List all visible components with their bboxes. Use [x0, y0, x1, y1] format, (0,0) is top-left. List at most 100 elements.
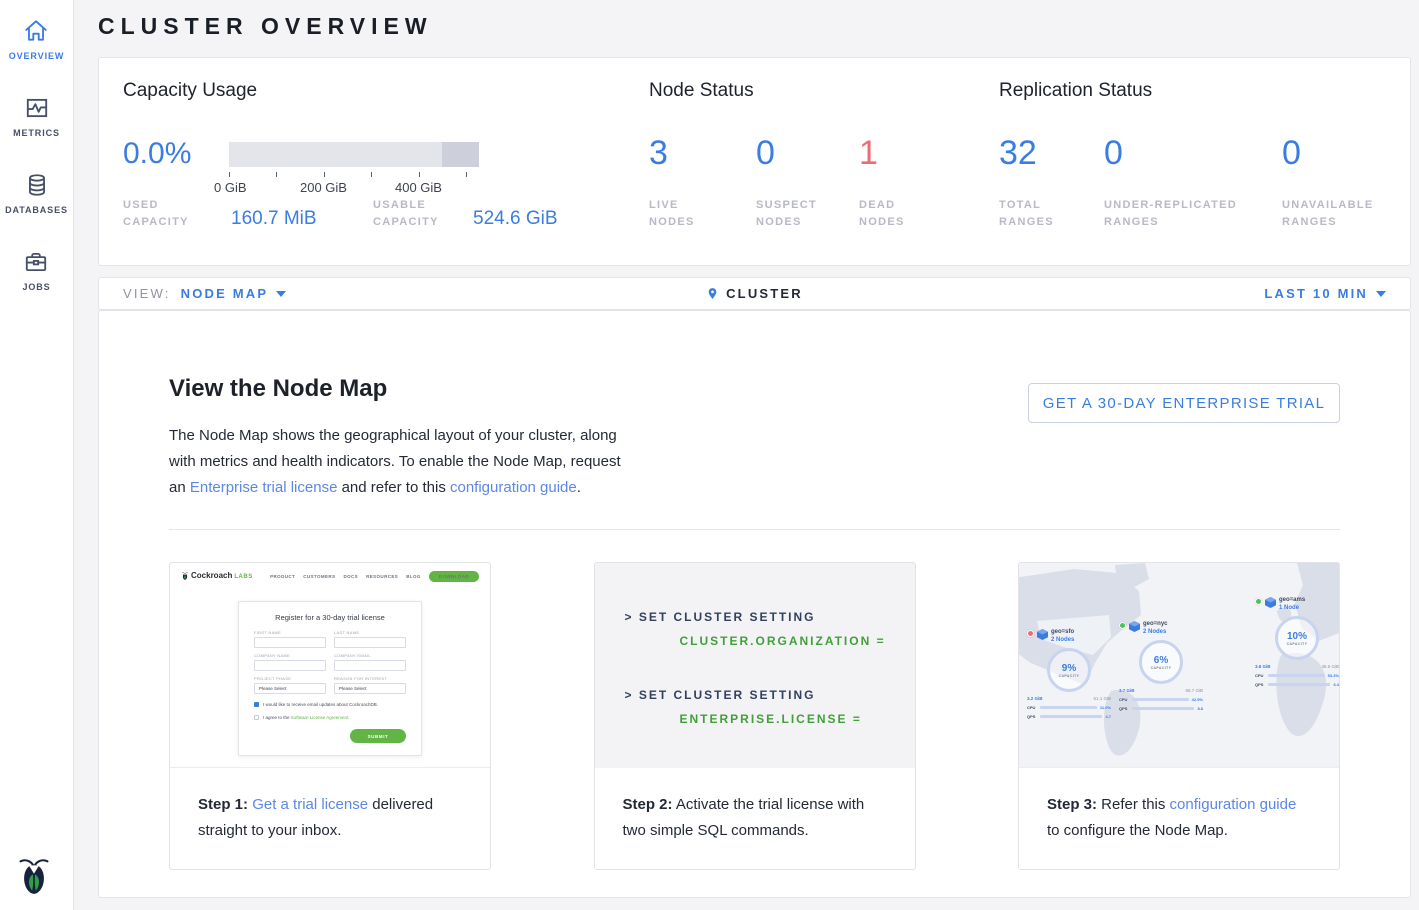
- used-capacity-value: 160.7 MiB: [231, 208, 317, 230]
- capacity-ring: 9% CAPACITY: [1047, 648, 1091, 692]
- mini-checkbox-unchecked: [254, 715, 259, 720]
- sidebar-item-overview[interactable]: OVERVIEW: [9, 18, 65, 61]
- configuration-guide-link[interactable]: configuration guide: [450, 479, 577, 496]
- live-nodes-label: LIVE NODES: [649, 197, 719, 231]
- configuration-guide-link[interactable]: configuration guide: [1170, 796, 1297, 813]
- sidebar-item-label: DATABASES: [5, 205, 68, 215]
- capacity-usage-title: Capacity Usage: [123, 80, 257, 102]
- get-trial-license-link[interactable]: Get a trial license: [252, 796, 368, 813]
- mini-form-title: Register for a 30-day trial license: [254, 613, 406, 622]
- mini-field-label: COMPANY EMAIL: [334, 653, 406, 658]
- enterprise-trial-button[interactable]: GET A 30-DAY ENTERPRISE TRIAL: [1028, 383, 1340, 423]
- sidebar: OVERVIEW METRICS DATABASES JOBS: [0, 0, 74, 910]
- metrics-icon: [24, 95, 50, 121]
- page-title: CLUSTER OVERVIEW: [98, 13, 433, 40]
- step3-text: to configure the Node Map.: [1047, 822, 1228, 839]
- step3-text: Refer this: [1097, 796, 1170, 813]
- step1-caption: Step 1: Get a trial license delivered st…: [170, 768, 490, 844]
- description-text: and refer to this: [337, 479, 450, 496]
- sidebar-item-label: METRICS: [13, 128, 60, 138]
- cockroachdb-logo: [15, 854, 53, 898]
- view-selector-dropdown[interactable]: NODE MAP: [181, 286, 287, 301]
- capacity-bar-reserved-segment: [442, 142, 480, 167]
- time-range-value: LAST 10 MIN: [1264, 286, 1368, 301]
- mini-nav-item: BLOG: [406, 574, 421, 579]
- step1-card: Cockroach LABS PRODUCT CUSTOMERS DOCS RE…: [169, 562, 491, 870]
- sql-command-line: > SET CLUSTER SETTING: [625, 605, 915, 629]
- node-status-dot-live: [1119, 622, 1126, 629]
- map-pin-icon: [706, 285, 719, 302]
- home-icon: [23, 18, 49, 44]
- time-range-dropdown[interactable]: LAST 10 MIN: [1264, 286, 1386, 301]
- step1-prefix: Step 1:: [198, 796, 248, 813]
- step2-prefix: Step 2:: [623, 796, 673, 813]
- mini-nav-item: DOCS: [343, 574, 358, 579]
- capacity-tick-label: 200 GiB: [300, 180, 347, 195]
- under-replicated-ranges-count: 0: [1104, 136, 1123, 170]
- capacity-bar: [229, 142, 479, 167]
- sidebar-item-label: JOBS: [22, 282, 50, 292]
- mini-field-label: REASON FOR INTEREST: [334, 676, 406, 681]
- mini-checkbox-checked: [254, 702, 259, 707]
- enterprise-trial-license-link[interactable]: Enterprise trial license: [190, 479, 338, 496]
- step2-sql-block: > SET CLUSTER SETTING CLUSTER.ORGANIZATI…: [595, 563, 915, 768]
- sql-setting-line: CLUSTER.ORGANIZATION =: [625, 629, 915, 653]
- sql-command-line: > SET CLUSTER SETTING: [625, 683, 915, 707]
- mini-logo-name: Cockroach: [191, 571, 232, 580]
- sidebar-item-databases[interactable]: DATABASES: [5, 172, 68, 215]
- mini-cockroach-labs-logo: Cockroach LABS: [181, 571, 253, 581]
- usable-capacity-label: USABLE CAPACITY: [373, 197, 453, 231]
- mini-select: Please Select: [334, 683, 406, 694]
- capacity-ring: 6% CAPACITY: [1139, 640, 1183, 684]
- mini-field-label: PROJECT PHASE: [254, 676, 326, 681]
- step2-caption: Step 2: Activate the trial license with …: [595, 768, 915, 844]
- sidebar-item-metrics[interactable]: METRICS: [13, 95, 60, 138]
- mini-nav-item: RESOURCES: [366, 574, 398, 579]
- cluster-overview-page: { "colors": { "accent": "#3a7de1", "dang…: [0, 0, 1419, 910]
- scope-label: CLUSTER: [726, 286, 803, 301]
- map-location-nyc: geo=nyc2 Nodes 6% CAPACITY 3.7 GiB65.7 G…: [1119, 621, 1203, 712]
- node-cube-icon: [1037, 629, 1048, 640]
- node-status-dot-dead: [1027, 630, 1034, 637]
- capacity-tick: [466, 172, 467, 177]
- mini-select: Please Select: [254, 683, 326, 694]
- node-status-title: Node Status: [649, 80, 754, 102]
- capacity-tick-label: 400 GiB: [395, 180, 442, 195]
- node-cube-icon: [1129, 621, 1140, 632]
- description-text: .: [577, 479, 581, 496]
- capacity-ring: 10% CAPACITY: [1275, 616, 1319, 660]
- view-label: VIEW:: [123, 286, 171, 301]
- total-ranges-label: TOTAL RANGES: [999, 197, 1074, 231]
- capacity-tick-label: 0 GiB: [214, 180, 247, 195]
- sidebar-item-jobs[interactable]: JOBS: [22, 249, 50, 292]
- capacity-used-percent: 0.0%: [123, 137, 191, 171]
- cluster-summary-panel: Capacity Usage 0.0% 0 GiB 200 GiB 400 Gi…: [98, 57, 1411, 266]
- chevron-down-icon: [1376, 291, 1386, 297]
- step2-card: > SET CLUSTER SETTING CLUSTER.ORGANIZATI…: [594, 562, 916, 870]
- mini-trial-form: Register for a 30-day trial license FIRS…: [238, 601, 422, 756]
- databases-icon: [24, 172, 50, 198]
- map-location-ams: geo=ams1 Node 10% CAPACITY 3.6 GiB36.6 G…: [1255, 597, 1339, 688]
- live-nodes-count: 3: [649, 136, 668, 170]
- view-bar: VIEW: NODE MAP CLUSTER LAST 10 MIN: [98, 277, 1411, 310]
- node-cube-icon: [1265, 597, 1276, 608]
- capacity-tick: [229, 172, 230, 177]
- under-replicated-ranges-label: UNDER-REPLICATED RANGES: [1104, 197, 1269, 231]
- unavailable-ranges-label: UNAVAILABLE RANGES: [1282, 197, 1392, 231]
- mini-site-nav: PRODUCT CUSTOMERS DOCS RESOURCES BLOG DO…: [270, 571, 479, 582]
- mini-checkbox-text: I agree to the Software License Agreemen…: [263, 715, 350, 720]
- mini-field-label: FIRST NAME: [254, 630, 326, 635]
- total-ranges-count: 32: [999, 136, 1037, 170]
- jobs-icon: [23, 249, 49, 275]
- sql-setting-line: ENTERPRISE.LICENSE =: [625, 707, 915, 731]
- divider: [169, 529, 1340, 530]
- dead-nodes-count: 1: [859, 136, 878, 170]
- mini-nav-item: CUSTOMERS: [303, 574, 335, 579]
- suspect-nodes-label: SUSPECT NODES: [756, 197, 826, 231]
- mini-logo-suffix: LABS: [234, 574, 252, 580]
- mini-checkbox-row: I agree to the Software License Agreemen…: [254, 715, 406, 720]
- capacity-tick: [371, 172, 372, 177]
- capacity-tick: [419, 172, 420, 177]
- step3-node-map-preview: geo=sfo2 Nodes 9% CAPACITY 3.2 GiB51.1 G…: [1019, 563, 1339, 768]
- node-map-heading: View the Node Map: [169, 375, 387, 403]
